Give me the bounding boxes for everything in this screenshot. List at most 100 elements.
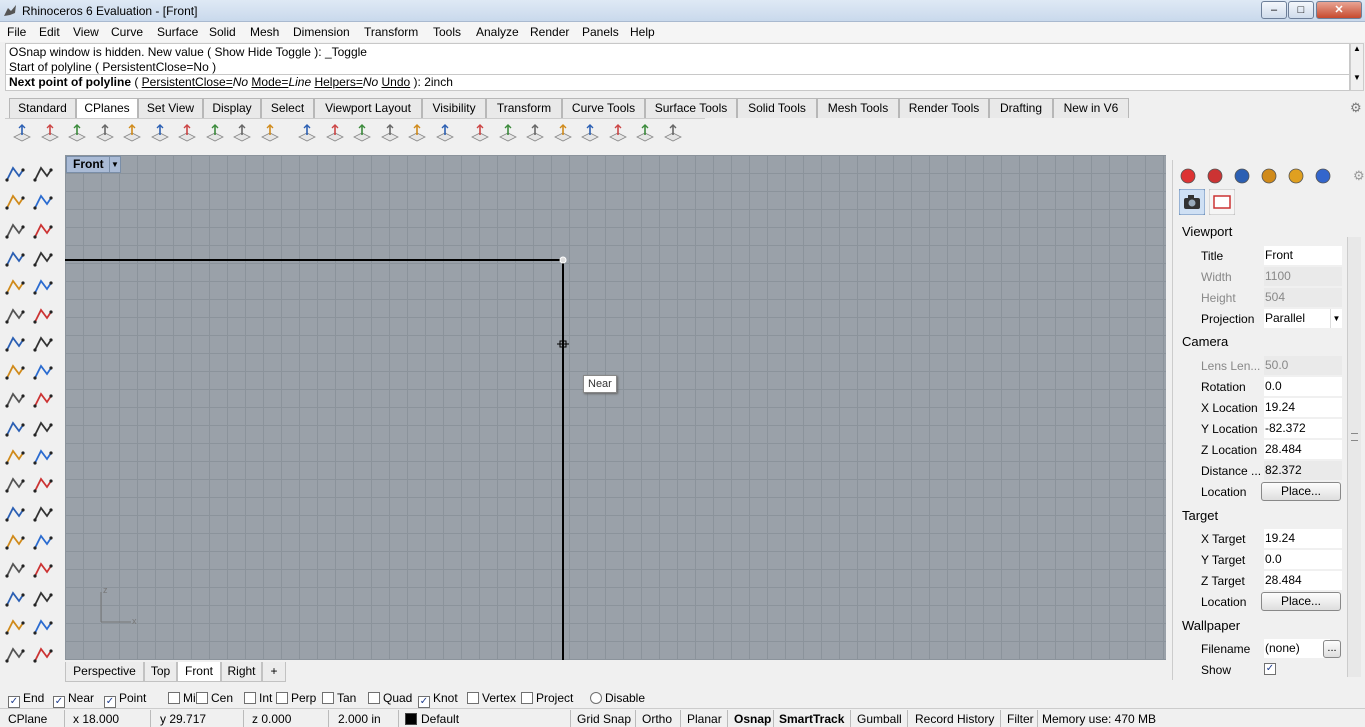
- show-wallpaper-checkbox[interactable]: ✓: [1264, 663, 1276, 675]
- undo-cplane-icon[interactable]: [296, 122, 318, 144]
- boolean-union-icon[interactable]: [3, 445, 27, 469]
- x-location-field[interactable]: 19.24: [1264, 398, 1342, 417]
- osnap-end-checkbox[interactable]: ✓: [8, 696, 20, 708]
- cplane-grid-icon[interactable]: [351, 122, 373, 144]
- osnap-perp-checkbox[interactable]: [276, 692, 288, 704]
- surface-corner-icon[interactable]: [3, 304, 27, 328]
- minimize-button[interactable]: –: [1261, 1, 1287, 19]
- layer-color-swatch[interactable]: [405, 713, 417, 725]
- menu-analyze[interactable]: Analyze: [476, 25, 519, 39]
- circle-icon[interactable]: [3, 219, 27, 243]
- menu-transform[interactable]: Transform: [364, 25, 418, 39]
- viewport-frame-icon[interactable]: [1209, 189, 1235, 215]
- scroll-thumb-grip[interactable]: [1351, 433, 1358, 441]
- gear-icon[interactable]: ⚙: [1350, 100, 1364, 115]
- z-location-field[interactable]: 28.484: [1264, 440, 1342, 459]
- viewport-title-label[interactable]: Front: [66, 156, 111, 173]
- cplane-to-object-icon[interactable]: [66, 122, 88, 144]
- osnap-near-checkbox[interactable]: ✓: [53, 696, 65, 708]
- menu-surface[interactable]: Surface: [157, 25, 198, 39]
- tab-solid-tools[interactable]: Solid Tools: [737, 98, 817, 118]
- scroll-up-icon[interactable]: ▲: [1351, 44, 1363, 53]
- join-icon[interactable]: [31, 417, 55, 441]
- tab-display[interactable]: Display: [203, 98, 261, 118]
- box-edit-icon[interactable]: [3, 558, 27, 582]
- cage-icon[interactable]: [3, 615, 27, 639]
- light-icon[interactable]: [31, 643, 55, 667]
- fillet-icon[interactable]: [3, 473, 27, 497]
- explode-icon[interactable]: [3, 388, 27, 412]
- sphere-render-icon[interactable]: [1231, 165, 1253, 187]
- projection-chevron-down-icon[interactable]: ▼: [1330, 309, 1342, 328]
- color-wheel-icon[interactable]: [1177, 165, 1199, 187]
- tab-surface-tools[interactable]: Surface Tools: [645, 98, 737, 118]
- array-grid-icon[interactable]: [3, 587, 27, 611]
- osnap-tan[interactable]: Tan: [322, 691, 356, 705]
- osnap-point-checkbox[interactable]: ✓: [104, 696, 116, 708]
- command-input[interactable]: 2inch: [424, 75, 453, 89]
- tab-front[interactable]: Front: [177, 662, 221, 682]
- planar-toggle[interactable]: Planar: [687, 712, 722, 726]
- command-scrollbar[interactable]: ▲ ▼: [1350, 43, 1364, 91]
- target-place-button[interactable]: Place...: [1261, 592, 1341, 611]
- title-field[interactable]: Front: [1264, 246, 1342, 265]
- tab-top[interactable]: Top: [144, 662, 177, 682]
- grid-snap-toggle[interactable]: Grid Snap: [577, 712, 631, 726]
- menu-mesh[interactable]: Mesh: [250, 25, 279, 39]
- osnap-cen-checkbox[interactable]: [196, 692, 208, 704]
- history-icon[interactable]: [31, 587, 55, 611]
- tab-viewport-layout[interactable]: Viewport Layout: [314, 98, 422, 118]
- maximize-button[interactable]: □: [1288, 1, 1314, 19]
- osnap-quad[interactable]: Quad: [368, 691, 412, 705]
- cplane-perpendicular-icon[interactable]: [231, 122, 253, 144]
- point-icon[interactable]: [31, 162, 55, 186]
- cplane-to-surface-icon[interactable]: [94, 122, 116, 144]
- cplane-front-icon[interactable]: [469, 122, 491, 144]
- browse-wallpaper-button[interactable]: ...: [1323, 640, 1341, 658]
- osnap-mid-checkbox[interactable]: [168, 692, 180, 704]
- menu-file[interactable]: File: [7, 25, 26, 39]
- cplane-3point-icon[interactable]: [149, 122, 171, 144]
- cplane-view-icon[interactable]: [259, 122, 281, 144]
- tab-standard[interactable]: Standard: [9, 98, 76, 118]
- sphere-icon[interactable]: [31, 332, 55, 356]
- osnap-disable-checkbox[interactable]: [590, 692, 602, 704]
- smarttrack-toggle[interactable]: SmartTrack: [779, 712, 844, 726]
- option-mode[interactable]: Mode=Line: [251, 75, 311, 89]
- tab-drafting[interactable]: Drafting: [989, 98, 1053, 118]
- polygon-icon[interactable]: [3, 275, 27, 299]
- viewport-front[interactable]: x z Front ▼ Near: [65, 155, 1166, 660]
- osnap-vertex[interactable]: Vertex: [467, 691, 516, 705]
- y-target-field[interactable]: 0.0: [1264, 550, 1342, 569]
- record-history-toggle[interactable]: Record History: [915, 712, 994, 726]
- tab-mesh-tools[interactable]: Mesh Tools: [817, 98, 899, 118]
- x-target-field[interactable]: 19.24: [1264, 529, 1342, 548]
- cplane-back-icon[interactable]: [524, 122, 546, 144]
- osnap-int-checkbox[interactable]: [244, 692, 256, 704]
- tab-render-tools[interactable]: Render Tools: [899, 98, 989, 118]
- rebuild-icon[interactable]: [31, 473, 55, 497]
- option-persistent-close[interactable]: PersistentClose=No: [142, 75, 248, 89]
- menu-view[interactable]: View: [73, 25, 99, 39]
- osnap-point[interactable]: ✓ Point: [104, 691, 146, 708]
- layer-icon[interactable]: [31, 558, 55, 582]
- osnap-tan-checkbox[interactable]: [322, 692, 334, 704]
- cplane-zaxis-icon[interactable]: [204, 122, 226, 144]
- menu-dimension[interactable]: Dimension: [293, 25, 350, 39]
- split-icon[interactable]: [3, 417, 27, 441]
- text-icon[interactable]: [3, 502, 27, 526]
- option-undo[interactable]: Undo: [382, 75, 411, 89]
- array-icon[interactable]: [3, 530, 27, 554]
- y-location-field[interactable]: -82.372: [1264, 419, 1342, 438]
- cplane-box-icon[interactable]: [662, 122, 684, 144]
- menu-render[interactable]: Render: [530, 25, 569, 39]
- dimension-icon[interactable]: [31, 502, 55, 526]
- gumball-toggle[interactable]: Gumball: [857, 712, 902, 726]
- cplane-next-icon[interactable]: [607, 122, 629, 144]
- osnap-project-checkbox[interactable]: [521, 692, 533, 704]
- tab-visibility[interactable]: Visibility: [422, 98, 486, 118]
- filter-toggle[interactable]: Filter: [1007, 712, 1034, 726]
- menu-panels[interactable]: Panels: [582, 25, 619, 39]
- menu-tools[interactable]: Tools: [433, 25, 461, 39]
- select-icon[interactable]: [3, 162, 27, 186]
